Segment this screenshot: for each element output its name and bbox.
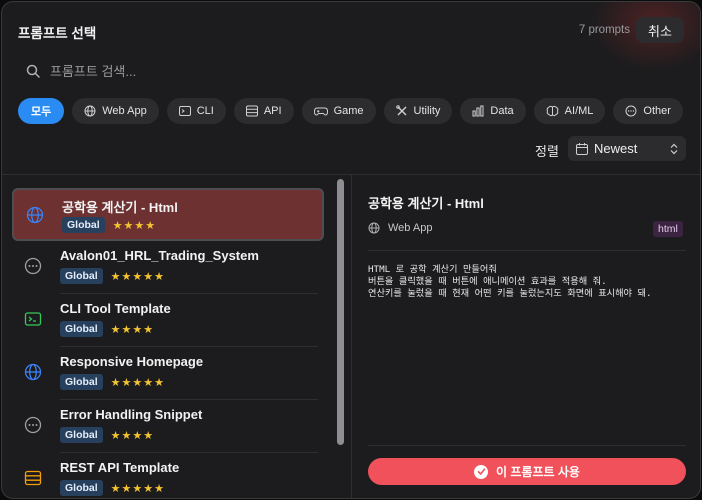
list-item[interactable]: 공학용 계산기 - Html Global ★★★★ [12, 188, 324, 241]
filter-all[interactable]: 모두 [18, 98, 65, 124]
filter-label: Utility [413, 105, 441, 117]
list-item[interactable]: REST API Template Global ★★★★★ [12, 453, 324, 498]
pane-divider [351, 175, 352, 498]
item-meta: Global ★★★★★ [60, 480, 165, 496]
item-title: 공학용 계산기 - Html [62, 200, 178, 215]
globe-icon [84, 105, 96, 117]
brain-icon [546, 105, 558, 117]
globe-icon [25, 205, 45, 225]
search-input[interactable] [50, 63, 650, 79]
filter-label: CLI [196, 105, 214, 117]
filter-api[interactable]: API [233, 98, 294, 124]
detail-prompt-text: HTML 로 공학 계산기 만들어줘 버튼을 클릭했을 때 버튼에 애니메이션 … [368, 264, 652, 299]
filter-data[interactable]: Data [460, 98, 526, 124]
terminal-icon [23, 309, 43, 329]
filter-label: Data [490, 105, 514, 117]
dialog-title: 프롬프트 선택 [18, 26, 97, 41]
use-prompt-label: 이 프롬프트 사용 [496, 465, 580, 479]
rating-stars: ★★★★ [110, 323, 155, 336]
terminal-icon [178, 106, 191, 116]
rating-stars: ★★★★★ [110, 482, 165, 495]
calendar-icon [576, 142, 588, 155]
category-filters: 모두 Web App CLI API Game Utility Data AI/… [18, 98, 683, 124]
checkmark-icon [474, 464, 489, 479]
scope-badge: Global [60, 268, 103, 284]
updown-chevron-icon [670, 143, 678, 154]
filter-label: 모두 [31, 106, 52, 118]
list-item[interactable]: Error Handling Snippet Global ★★★★ [12, 400, 324, 453]
scope-badge: Global [60, 480, 103, 496]
filter-label: Web App [102, 105, 147, 117]
gamepad-icon [313, 107, 328, 116]
wrench-icon [395, 105, 407, 116]
ellipsis-icon [23, 415, 43, 435]
prompt-count: 7 prompts [578, 24, 630, 36]
item-meta: Global ★★★★ [60, 321, 154, 337]
scope-badge: Global [62, 217, 105, 233]
scope-badge: Global [60, 427, 103, 443]
filter-label: Game [333, 105, 364, 117]
detail-tag: html [653, 221, 683, 237]
rating-stars: ★★★★★ [110, 376, 165, 389]
ellipsis-icon [625, 105, 637, 117]
item-meta: Global ★★★★ [62, 217, 156, 233]
globe-icon [23, 362, 43, 382]
item-meta: Global ★★★★ [60, 427, 154, 443]
item-title: Responsive Homepage [60, 354, 204, 369]
scope-badge: Global [60, 321, 103, 337]
item-title: REST API Template [60, 460, 180, 475]
item-title: Error Handling Snippet [60, 407, 203, 422]
prompt-picker-dialog: 프롬프트 선택 7 prompts 취소 모두 Web App CLI [1, 1, 701, 499]
detail-divider [368, 445, 686, 446]
rating-stars: ★★★★ [110, 429, 155, 442]
filter-label: Other [643, 105, 671, 117]
list-item[interactable]: Responsive Homepage Global ★★★★★ [12, 347, 324, 400]
globe-icon [368, 222, 380, 234]
detail-category: Web App [368, 222, 432, 234]
filter-game[interactable]: Game [301, 98, 376, 124]
item-meta: Global ★★★★★ [60, 374, 165, 390]
item-title: CLI Tool Template [60, 301, 171, 316]
detail-divider [368, 250, 686, 251]
list-item[interactable]: CLI Tool Template Global ★★★★ [12, 294, 324, 347]
prompt-list: 공학용 계산기 - Html Global ★★★★ Avalon01_HRL_… [2, 175, 351, 498]
item-title: Avalon01_HRL_Trading_System [60, 248, 259, 263]
filter-utility[interactable]: Utility [383, 98, 453, 124]
detail-title: 공학용 계산기 - Html [368, 196, 484, 211]
scope-badge: Global [60, 374, 103, 390]
search-icon [26, 64, 40, 78]
filter-label: AI/ML [564, 105, 594, 117]
rating-stars: ★★★★★ [110, 270, 165, 283]
filter-ai-ml[interactable]: AI/ML [533, 98, 606, 124]
sort-value: Newest [594, 141, 638, 156]
filter-label: API [263, 105, 282, 117]
rating-stars: ★★★★ [112, 219, 157, 232]
filter-cli[interactable]: CLI [166, 98, 226, 124]
detail-category-label: Web App [388, 222, 433, 234]
server-icon [245, 105, 258, 117]
search-bar [18, 58, 686, 84]
sort-label: 정렬 [535, 144, 559, 159]
ellipsis-icon [23, 256, 43, 276]
filter-other[interactable]: Other [613, 98, 683, 124]
list-item[interactable]: Avalon01_HRL_Trading_System Global ★★★★★ [12, 241, 324, 294]
server-icon [23, 468, 43, 488]
item-meta: Global ★★★★★ [60, 268, 165, 284]
bar-chart-icon [472, 105, 484, 117]
sort-select[interactable]: Newest [568, 136, 686, 161]
cancel-button[interactable]: 취소 [636, 17, 684, 43]
use-prompt-button[interactable]: 이 프롬프트 사용 [368, 458, 686, 485]
list-scrollbar[interactable] [337, 179, 344, 445]
filter-web-app[interactable]: Web App [72, 98, 159, 124]
